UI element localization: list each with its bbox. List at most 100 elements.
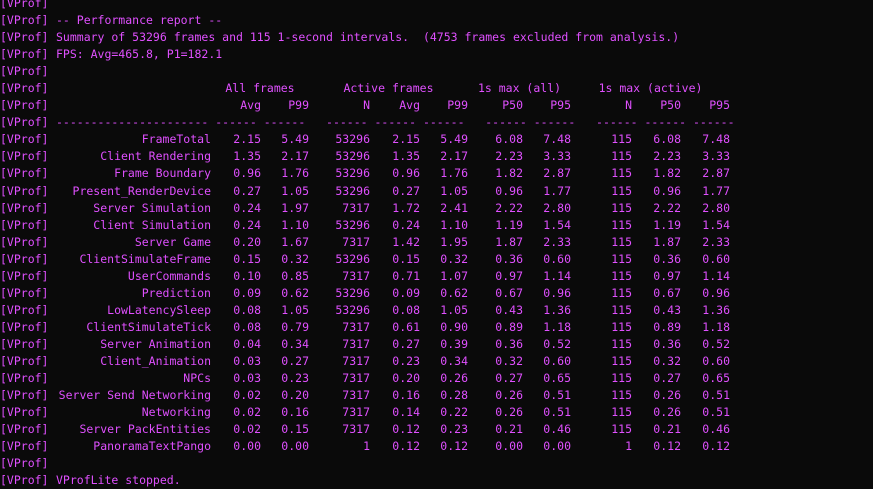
row-value: 0.52	[543, 336, 571, 351]
row-value: 0.27	[495, 371, 523, 386]
row-value: 1.82	[653, 166, 681, 181]
row-value: 0.27	[233, 183, 261, 198]
row-value: 115	[611, 200, 632, 215]
row-value: 0.61	[392, 319, 420, 334]
row-label: Server Animation	[100, 336, 211, 351]
row-value: 2.17	[440, 149, 468, 164]
row-value: 0.10	[233, 268, 261, 283]
line-tag: [VProf]	[0, 200, 49, 215]
row-value: 0.12	[702, 439, 730, 454]
col-header: N	[625, 98, 632, 113]
row-value: 115	[611, 149, 632, 164]
line-tag: [VProf]	[0, 183, 49, 198]
row-value: 0.34	[440, 353, 468, 368]
row-value: 7317	[342, 371, 370, 386]
row-label: Client Simulation	[93, 217, 211, 232]
row-value: 0.67	[495, 285, 523, 300]
row-value: 1.42	[392, 234, 420, 249]
line-tag: [VProf]	[0, 353, 49, 368]
console-line: [VProf] VProfLite stopped.	[0, 472, 873, 489]
row-value: 1.05	[281, 183, 309, 198]
row-value: 2.41	[440, 200, 468, 215]
console-line: [VProf] -- Performance report --	[0, 12, 873, 29]
row-value: 0.26	[495, 388, 523, 403]
row-value: 1.05	[440, 183, 468, 198]
row-value: 1.19	[495, 217, 523, 232]
row-label: UserCommands	[127, 268, 211, 283]
row-value: 0.32	[653, 353, 681, 368]
row-label: Frame Boundary	[114, 166, 211, 181]
row-value: 1.77	[702, 183, 730, 198]
row-label: Server PackEntities	[79, 422, 211, 437]
col-header: P50	[502, 98, 523, 113]
row-value: 0.39	[440, 336, 468, 351]
row-value: 0.96	[392, 166, 420, 181]
row-value: 6.08	[653, 132, 681, 147]
table-row: [VProf] Server PackEntities 0.02 0.15 7317 0.…	[0, 421, 873, 438]
row-value: 1.19	[653, 217, 681, 232]
line-tag: [VProf]	[0, 251, 49, 266]
col-header: P99	[288, 98, 309, 113]
row-label: Server Game	[134, 234, 211, 249]
row-value: 1.76	[440, 166, 468, 181]
group-active-frames: Active frames	[343, 81, 434, 96]
row-value: 1.72	[392, 200, 420, 215]
table-row: [VProf] Prediction 0.09 0.62 53296 0.09 0.62 0.…	[0, 285, 873, 302]
row-value: 2.15	[233, 132, 261, 147]
row-value: 115	[611, 388, 632, 403]
row-value: 0.23	[392, 353, 420, 368]
row-value: 0.43	[653, 302, 681, 317]
table-row: [VProf] PanoramaTextPango 0.00 0.00 1 0.12 0.1…	[0, 438, 873, 455]
row-value: 7317	[342, 200, 370, 215]
row-value: 0.51	[543, 388, 571, 403]
row-value: 2.22	[495, 200, 523, 215]
row-value: 0.26	[440, 371, 468, 386]
row-value: 115	[611, 285, 632, 300]
row-value: 6.08	[495, 132, 523, 147]
row-value: 115	[611, 217, 632, 232]
row-value: 53296	[335, 166, 370, 181]
terminal-output: [VProf] [VProf] -- Performance report --…	[0, 0, 873, 489]
row-value: 1.54	[702, 217, 730, 232]
group-1s-max-active: 1s max (active)	[598, 81, 703, 96]
row-value: 1.95	[440, 234, 468, 249]
table-row: [VProf] Server Simulation 0.24 1.97 7317 1.72…	[0, 200, 873, 217]
row-label: FrameTotal	[141, 132, 211, 147]
row-label: Present_RenderDevice	[72, 183, 211, 198]
table-row: [VProf] Frame Boundary 0.96 1.76 53296 0.96 1.…	[0, 165, 873, 182]
row-value: 2.33	[543, 234, 571, 249]
row-value: 0.27	[392, 336, 420, 351]
line-tag: [VProf]	[0, 0, 49, 10]
line-tag: [VProf]	[0, 13, 49, 28]
line-tag: [VProf]	[0, 47, 49, 62]
col-header: N	[363, 98, 370, 113]
row-value: 0.21	[653, 422, 681, 437]
row-value: 0.27	[281, 353, 309, 368]
row-value: 1.10	[440, 217, 468, 232]
row-value: 1.18	[702, 319, 730, 334]
row-value: 0.60	[702, 251, 730, 266]
row-value: 0.28	[440, 388, 468, 403]
group-all-frames: All frames	[225, 81, 295, 96]
row-value: 1.14	[702, 268, 730, 283]
row-value: 0.60	[543, 251, 571, 266]
line-tag: [VProf]	[0, 30, 49, 45]
row-value: 7317	[342, 405, 370, 420]
row-label: Client Rendering	[100, 149, 211, 164]
row-label: ClientSimulateFrame	[79, 251, 211, 266]
row-value: 2.17	[281, 149, 309, 164]
row-label: Server Send Networking	[58, 388, 211, 403]
row-value: 0.00	[233, 439, 261, 454]
row-value: 0.12	[440, 439, 468, 454]
line-tag: [VProf]	[0, 149, 49, 164]
row-value: 0.62	[281, 285, 309, 300]
report-title: -- Performance report --	[56, 13, 223, 28]
row-label: Networking	[141, 405, 211, 420]
row-value: 0.97	[495, 268, 523, 283]
row-value: 3.33	[702, 149, 730, 164]
table-row: [VProf] Server Send Networking 0.02 0.20 731…	[0, 387, 873, 404]
row-value: 0.51	[702, 388, 730, 403]
row-value: 0.20	[392, 371, 420, 386]
row-value: 1.97	[281, 200, 309, 215]
console-line: [VProf]	[0, 455, 873, 472]
